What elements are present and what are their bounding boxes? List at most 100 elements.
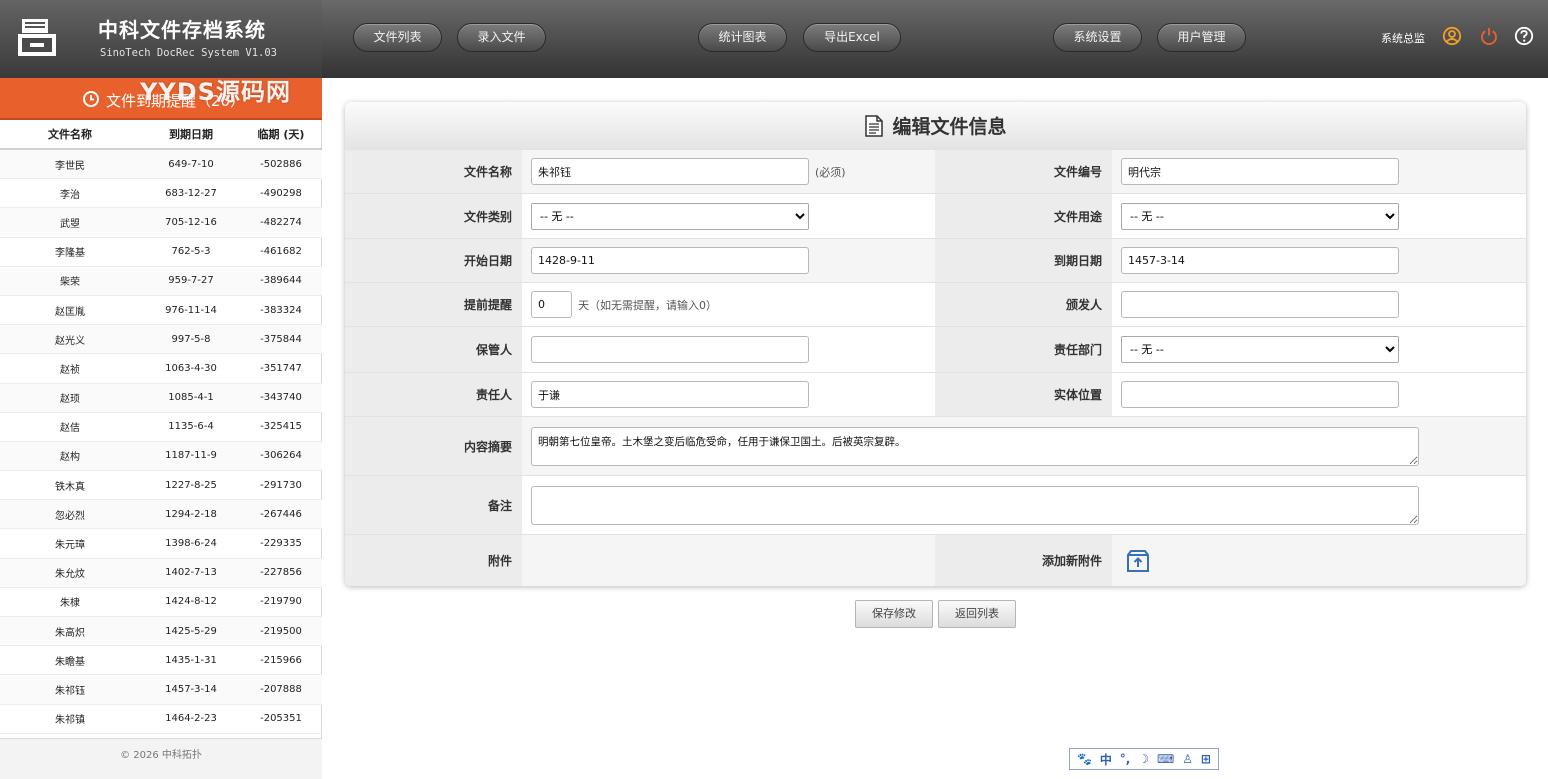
label-file-number: 文件编号 <box>935 150 1112 193</box>
due-item-days: -215966 <box>260 654 302 666</box>
start-date-input[interactable] <box>531 247 809 274</box>
due-item-date: 1085-4-1 <box>168 392 214 404</box>
save-button[interactable]: 保存修改 <box>855 600 933 628</box>
cell-location <box>1112 373 1526 416</box>
due-date-input[interactable] <box>1121 247 1399 274</box>
cell-add-attachment <box>1112 535 1526 586</box>
file-purpose-select[interactable]: -- 无 -- <box>1121 202 1399 230</box>
form-row-name: 文件名称 (必须) 文件编号 <box>345 149 1526 193</box>
help-icon[interactable] <box>1514 26 1534 46</box>
person-icon[interactable]: ♙ <box>1182 752 1193 766</box>
due-list-item[interactable]: 赵光义 997-5-8 -375844 <box>0 325 322 355</box>
due-item-days: -219500 <box>260 625 302 637</box>
due-list-item[interactable]: 朱棣 1424-8-12 -219790 <box>0 588 322 617</box>
remind-days-input[interactable] <box>531 291 572 318</box>
due-list-item[interactable]: 李治 683-12-27 -490298 <box>0 179 322 209</box>
form-row-remind: 提前提醒 天（如无需提醒，请输入0） 颁发人 <box>345 282 1526 326</box>
nav-settings-button[interactable]: 系统设置 <box>1053 23 1142 52</box>
due-item-days: -343740 <box>260 392 302 404</box>
due-item-date: 1294-2-18 <box>165 508 217 520</box>
nav-stats-button[interactable]: 统计图表 <box>698 23 787 52</box>
label-issuer: 颁发人 <box>935 283 1112 326</box>
copyright: © 2026 中科拓扑 <box>0 738 322 779</box>
due-list-item[interactable]: 朱祁镇 1464-2-23 -205351 <box>0 705 322 734</box>
sidebar: 中科文件存档系统 SinoTech DocRec System V1.03 文件… <box>0 0 322 779</box>
reminder-header: 文件到期提醒（20） <box>0 78 322 120</box>
file-number-input[interactable] <box>1121 158 1399 185</box>
keyboard-icon[interactable]: ⌨ <box>1157 752 1174 766</box>
due-item-date: 1435-1-31 <box>165 654 217 666</box>
label-summary: 内容摘要 <box>345 417 522 475</box>
due-list-item[interactable]: 赵佶 1135-6-4 -325415 <box>0 413 322 442</box>
owner-input[interactable] <box>531 381 809 408</box>
file-category-select[interactable]: -- 无 -- <box>531 202 809 230</box>
nav-file-list-button[interactable]: 文件列表 <box>353 23 442 52</box>
due-item-days: -219790 <box>260 596 302 608</box>
due-list-item[interactable]: 柴荣 959-7-27 -389644 <box>0 266 322 296</box>
due-item-days: -502886 <box>260 158 302 170</box>
punctuation-icon[interactable]: °, <box>1120 752 1131 766</box>
due-list-item[interactable]: 铁木真 1227-8-25 -291730 <box>0 471 322 501</box>
file-name-input[interactable] <box>531 158 809 185</box>
file-cabinet-icon <box>18 19 56 56</box>
summary-textarea[interactable]: 明朝第七位皇帝。土木堡之变后临危受命，任用于谦保卫国土。后被英宗复辟。 <box>531 426 1419 466</box>
due-item-name: 李隆基 <box>55 248 85 260</box>
location-input[interactable] <box>1121 381 1399 408</box>
grid-icon[interactable]: ⊞ <box>1201 752 1211 766</box>
due-item-name: 朱元璋 <box>55 540 85 552</box>
due-list-item[interactable]: 朱元璋 1398-6-24 -229335 <box>0 529 322 559</box>
due-list-item[interactable]: 朱瞻基 1435-1-31 -215966 <box>0 646 322 676</box>
upload-attachment-icon[interactable] <box>1125 548 1151 574</box>
panel-header: 编辑文件信息 <box>345 102 1526 149</box>
due-list-item[interactable]: 朱允炆 1402-7-13 -227856 <box>0 558 322 588</box>
current-user-name: 系统总监 <box>1381 32 1425 45</box>
cell-attachments <box>522 535 935 586</box>
user-profile-icon[interactable] <box>1442 26 1462 46</box>
nav-export-button[interactable]: 导出Excel <box>803 23 901 52</box>
due-item-date: 1464-2-23 <box>165 713 217 725</box>
due-list: 李世民 649-7-10 -502886 李治 683-12-27 -490298 武曌 70… <box>0 150 322 734</box>
due-item-days: -383324 <box>260 304 302 316</box>
keeper-input[interactable] <box>531 336 809 363</box>
due-list-item[interactable]: 武曌 705-12-16 -482274 <box>0 208 322 238</box>
paw-icon[interactable]: 🐾 <box>1077 752 1092 766</box>
due-item-date: 705-12-16 <box>165 216 217 228</box>
due-item-days: -461682 <box>260 246 302 258</box>
due-item-name: 赵光义 <box>55 335 85 347</box>
due-list-item[interactable]: 忽必烈 1294-2-18 -267446 <box>0 500 322 530</box>
due-item-date: 997-5-8 <box>171 333 211 345</box>
due-item-name: 武曌 <box>60 218 80 230</box>
due-list-item[interactable]: 朱祁钰 1457-3-14 -207888 <box>0 675 322 705</box>
due-item-date: 1425-5-29 <box>165 625 217 637</box>
app-subtitle: SinoTech DocRec System V1.03 <box>100 47 278 59</box>
due-list-item[interactable]: 赵匡胤 976-11-14 -383324 <box>0 296 322 326</box>
due-list-item[interactable]: 赵构 1187-11-9 -306264 <box>0 441 322 472</box>
form-row-summary: 内容摘要 明朝第七位皇帝。土木堡之变后临危受命，任用于谦保卫国土。后被英宗复辟。 <box>345 416 1526 475</box>
department-select[interactable]: -- 无 -- <box>1121 336 1399 363</box>
note-textarea[interactable] <box>531 485 1419 525</box>
form-row-dates: 开始日期 到期日期 <box>345 238 1526 282</box>
due-item-name: 赵构 <box>60 452 80 464</box>
nav-add-file-button[interactable]: 录入文件 <box>457 23 546 52</box>
due-item-days: -490298 <box>260 187 302 199</box>
due-item-days: -267446 <box>260 508 302 520</box>
issuer-input[interactable] <box>1121 291 1399 318</box>
due-item-date: 976-11-14 <box>165 304 217 316</box>
label-file-name: 文件名称 <box>345 150 522 193</box>
ime-chinese-toggle[interactable]: 中 <box>1100 751 1112 768</box>
logo-area: 中科文件存档系统 SinoTech DocRec System V1.03 <box>0 0 322 78</box>
cell-summary: 明朝第七位皇帝。土木堡之变后临危受命，任用于谦保卫国土。后被英宗复辟。 <box>522 417 1526 475</box>
nav-users-button[interactable]: 用户管理 <box>1157 23 1246 52</box>
due-list-item[interactable]: 李世民 649-7-10 -502886 <box>0 150 322 180</box>
form-row-category: 文件类别 -- 无 -- 文件用途 -- 无 -- <box>345 193 1526 238</box>
due-list-item[interactable]: 李隆基 762-5-3 -461682 <box>0 238 322 267</box>
due-list-item[interactable]: 赵祯 1063-4-30 -351747 <box>0 354 322 384</box>
moon-icon[interactable]: ☽ <box>1138 752 1149 766</box>
cell-issuer <box>1112 283 1526 326</box>
power-logout-icon[interactable] <box>1479 26 1499 46</box>
form-row-owner: 责任人 实体位置 <box>345 372 1526 416</box>
due-list-item[interactable]: 朱高炽 1425-5-29 -219500 <box>0 617 322 647</box>
back-to-list-button[interactable]: 返回列表 <box>938 600 1016 628</box>
due-list-item[interactable]: 赵顼 1085-4-1 -343740 <box>0 383 322 413</box>
due-item-days: -205351 <box>260 713 302 725</box>
